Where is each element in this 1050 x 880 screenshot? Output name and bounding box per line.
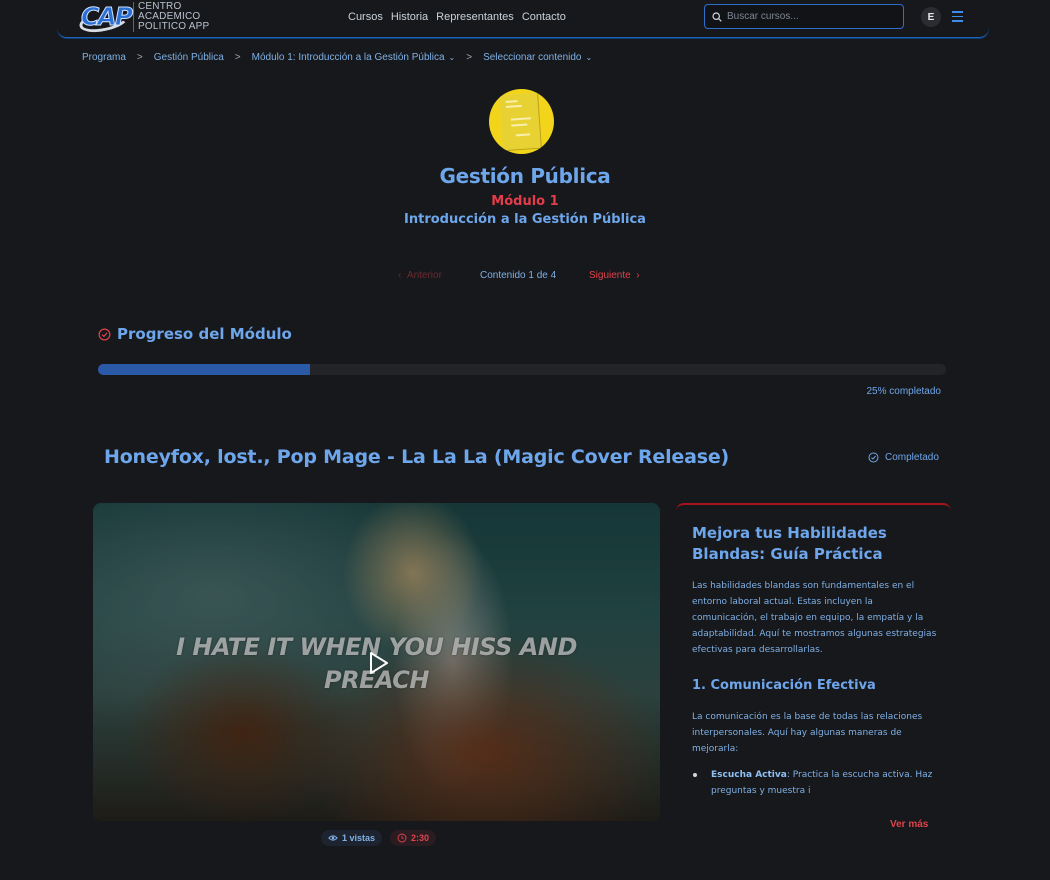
progress-percent-label: 25% completado xyxy=(866,386,942,397)
list-item: Escucha Activa: Practica la escucha acti… xyxy=(692,767,942,799)
progress-title: Progreso del Módulo xyxy=(117,325,292,343)
play-icon[interactable] xyxy=(363,648,393,678)
completed-label: Completado xyxy=(885,452,939,463)
content-title: Honeyfox, lost., Pop Mage - La La La (Ma… xyxy=(104,446,729,468)
completed-status[interactable]: Completado xyxy=(868,452,939,463)
logo-letters: CAP xyxy=(80,2,133,32)
article-card: Mejora tus Habilidades Blandas: Guía Prá… xyxy=(676,503,951,863)
main-nav: Cursos Historia Representantes Contacto xyxy=(348,11,566,23)
logo-divider xyxy=(133,2,134,32)
previous-label: Anterior xyxy=(406,270,442,281)
article-bullet-list: Escucha Activa: Practica la escucha acti… xyxy=(692,767,942,799)
breadcrumb-module-dropdown[interactable]: Módulo 1: Introducción a la Gestión Públ… xyxy=(252,52,456,63)
cap-logo-mark: CAP xyxy=(77,2,134,36)
breadcrumb-module-label: Módulo 1: Introducción a la Gestión Públ… xyxy=(251,52,445,63)
breadcrumb-separator: > xyxy=(136,52,143,63)
book-cover-image xyxy=(499,92,541,151)
content-select-label: Seleccionar contenido xyxy=(483,52,582,63)
nav-link-contacto[interactable]: Contacto xyxy=(522,11,566,23)
next-button[interactable]: Siguiente › xyxy=(589,270,640,281)
search-box[interactable] xyxy=(704,4,904,29)
next-label: Siguiente xyxy=(589,270,631,281)
progress-header: Progreso del Módulo xyxy=(98,325,292,343)
search-input[interactable] xyxy=(727,11,897,22)
article-section-title: 1. Comunicación Efectiva xyxy=(692,678,876,693)
breadcrumb: Programa > Gestión Pública > Módulo 1: I… xyxy=(82,52,592,63)
breadcrumb-programa[interactable]: Programa xyxy=(82,52,126,63)
article-section-text: La comunicación es la base de todas las … xyxy=(692,712,923,754)
nav-link-historia[interactable]: Historia xyxy=(391,11,428,23)
search-icon xyxy=(712,11,722,22)
module-label: Módulo 1 xyxy=(491,194,559,209)
brand-line: POLITICO APP xyxy=(138,21,210,32)
breadcrumb-course[interactable]: Gestión Pública xyxy=(154,52,224,63)
see-more-link[interactable]: Ver más xyxy=(890,819,928,830)
bullet-strong: Escucha Activa xyxy=(711,770,787,780)
course-thumbnail xyxy=(489,89,554,154)
check-circle-icon xyxy=(98,328,111,340)
breadcrumb-separator: > xyxy=(234,52,241,63)
video-player[interactable]: I HATE IT WHEN YOU HISS AND PREACH xyxy=(93,503,660,821)
module-name: Introducción a la Gestión Pública xyxy=(404,212,646,227)
duration-badge: 2:30 xyxy=(390,830,437,846)
brand-name: CENTRO ACADEMICO POLITICO APP xyxy=(138,2,209,32)
chevron-down-icon: ⌄ xyxy=(448,53,456,62)
chevron-down-icon: ⌄ xyxy=(585,53,593,62)
progress-bar xyxy=(98,364,946,375)
content-counter: Contenido 1 de 4 xyxy=(480,270,557,281)
course-title: Gestión Pública xyxy=(439,164,611,188)
user-avatar[interactable]: E xyxy=(921,7,941,27)
article-intro: Las habilidades blandas son fundamentale… xyxy=(692,581,937,655)
views-badge: 1 vistas xyxy=(321,830,383,846)
clock-icon xyxy=(397,833,407,843)
eye-icon xyxy=(328,835,338,841)
progress-bar-fill xyxy=(98,364,310,375)
content-select-dropdown[interactable]: Seleccionar contenido ⌄ xyxy=(483,52,592,63)
breadcrumb-separator: > xyxy=(466,52,473,63)
previous-button[interactable]: ‹ Anterior xyxy=(398,270,442,281)
hamburger-icon[interactable] xyxy=(952,11,966,23)
nav-link-representantes[interactable]: Representantes xyxy=(436,11,514,23)
chevron-right-icon: › xyxy=(636,270,640,281)
top-navbar: CAP CENTRO ACADEMICO POLITICO APP Cursos… xyxy=(57,0,989,38)
chevron-left-icon: ‹ xyxy=(398,270,402,281)
views-count: 1 vistas xyxy=(342,833,376,843)
check-circle-icon xyxy=(868,452,879,463)
article-title: Mejora tus Habilidades Blandas: Guía Prá… xyxy=(692,524,887,563)
duration-value: 2:30 xyxy=(411,833,430,843)
brand-logo[interactable]: CAP CENTRO ACADEMICO POLITICO APP xyxy=(77,0,209,36)
nav-link-cursos[interactable]: Cursos xyxy=(348,11,383,23)
